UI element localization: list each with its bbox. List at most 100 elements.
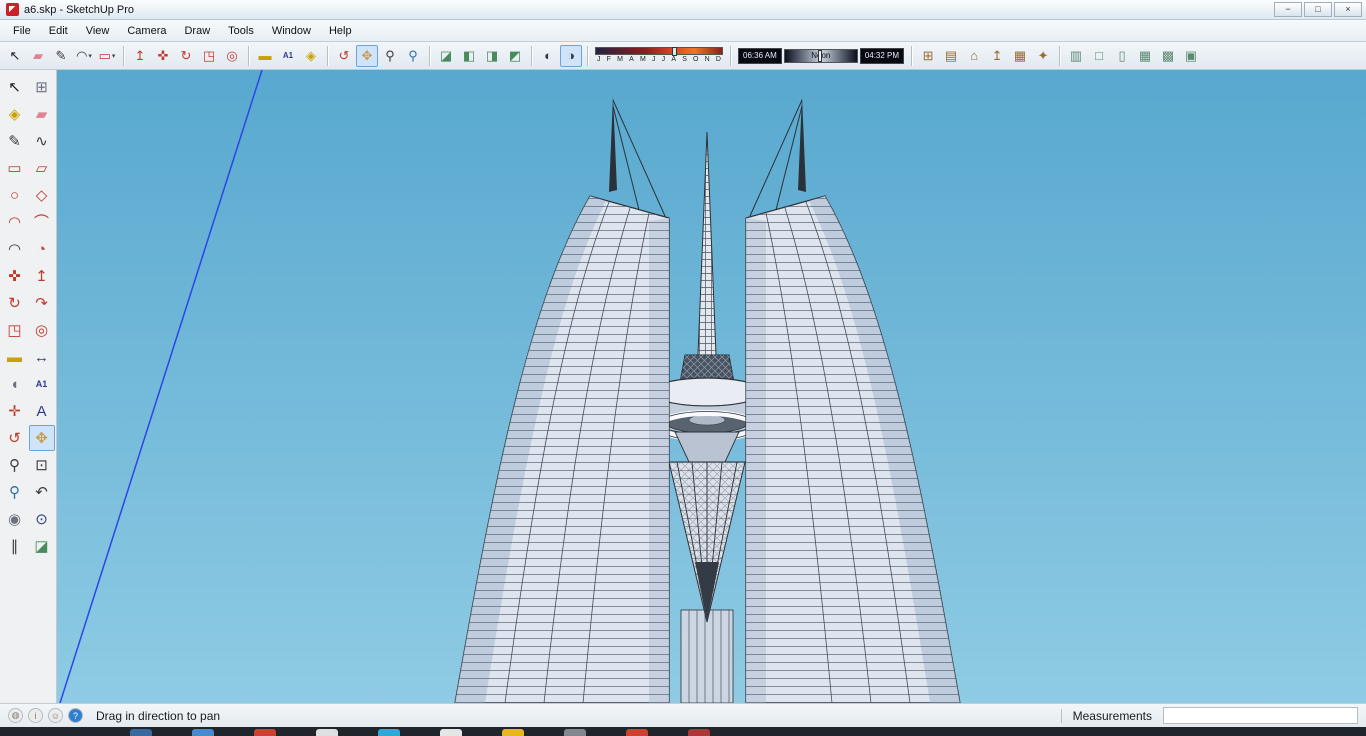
select-button[interactable]: ↖ bbox=[4, 45, 26, 67]
dimension-tool[interactable]: ↔ bbox=[29, 344, 55, 370]
arc-tool[interactable]: ◠ bbox=[2, 209, 28, 235]
hidden-line-button[interactable]: ▯ bbox=[1111, 45, 1133, 67]
paint-bucket-button[interactable]: ◈ bbox=[300, 45, 322, 67]
shaded-with-textures-button[interactable]: ▩ bbox=[1157, 45, 1179, 67]
three-point-arc-tool[interactable]: ◠ bbox=[2, 236, 28, 262]
select-tool[interactable]: ↖ bbox=[2, 74, 28, 100]
axes-tool[interactable]: ✛ bbox=[2, 398, 28, 424]
tape-measure-tool[interactable]: ▬ bbox=[2, 344, 28, 370]
measurements-input[interactable] bbox=[1163, 707, 1358, 724]
protractor-tool[interactable]: ◖ bbox=[2, 371, 28, 397]
pan-button[interactable]: ✥ bbox=[356, 44, 378, 67]
zoom-extents-button[interactable]: ⚲ bbox=[402, 45, 424, 67]
maximize-button[interactable]: □ bbox=[1304, 2, 1332, 17]
rotate-tool[interactable]: ↻ bbox=[2, 290, 28, 316]
viewport[interactable] bbox=[57, 70, 1366, 703]
position-camera-tool[interactable]: ◉ bbox=[2, 506, 28, 532]
offset-tool[interactable]: ◎ bbox=[29, 317, 55, 343]
previous-tool[interactable]: ↶ bbox=[29, 479, 55, 505]
taskbar-app-7[interactable] bbox=[502, 729, 524, 736]
rotated-rectangle-tool[interactable]: ▱ bbox=[29, 155, 55, 181]
menu-camera[interactable]: Camera bbox=[118, 21, 175, 41]
taskbar-app-3[interactable] bbox=[254, 729, 276, 736]
paint-bucket-tool[interactable]: ◈ bbox=[2, 101, 28, 127]
arcs-button[interactable]: ◠ ▾ bbox=[73, 45, 95, 67]
geolocation-icon[interactable]: ◍ bbox=[8, 708, 23, 723]
menu-help[interactable]: Help bbox=[320, 21, 361, 41]
eraser-button[interactable]: ▰ bbox=[27, 45, 49, 67]
shadow-time-track[interactable]: Noon bbox=[783, 48, 858, 63]
text-button[interactable]: A1 bbox=[277, 45, 299, 67]
rectangle-tool[interactable]: ▭ bbox=[2, 155, 28, 181]
minimize-button[interactable]: − bbox=[1274, 2, 1302, 17]
taskbar-app-5[interactable] bbox=[378, 729, 400, 736]
line-tool[interactable]: ✎ bbox=[2, 128, 28, 154]
offset-button[interactable]: ◎ bbox=[221, 45, 243, 67]
shadow-date-thumb[interactable] bbox=[671, 47, 677, 56]
push-pull-tool[interactable]: ↥ bbox=[29, 263, 55, 289]
look-around-tool[interactable]: ⊙ bbox=[29, 506, 55, 532]
section-plane-button[interactable]: ◪ bbox=[435, 45, 457, 67]
section-plane-tool[interactable]: ◪ bbox=[29, 533, 55, 559]
extension-warehouse-button[interactable]: ✦ bbox=[1032, 45, 1054, 67]
shadow-settings-button[interactable]: ◐ bbox=[537, 45, 559, 67]
taskbar-app-9[interactable] bbox=[626, 729, 648, 736]
zoom-tool[interactable]: ⚲ bbox=[2, 452, 28, 478]
orbit-button[interactable]: ↺ bbox=[333, 45, 355, 67]
pie-tool[interactable]: ◔ bbox=[29, 236, 55, 262]
toggle-shadows-button[interactable]: ◑ bbox=[560, 44, 582, 67]
menu-view[interactable]: View bbox=[77, 21, 119, 41]
move-button[interactable]: ✜ bbox=[152, 45, 174, 67]
taskbar-app-4[interactable] bbox=[316, 729, 338, 736]
taskbar-app-1[interactable] bbox=[130, 729, 152, 736]
share-model-button[interactable]: ↥ bbox=[986, 45, 1008, 67]
scale-tool[interactable]: ◳ bbox=[2, 317, 28, 343]
two-point-arc-tool[interactable]: ⌒ bbox=[29, 209, 55, 235]
help-icon[interactable]: ? bbox=[68, 708, 83, 723]
zoom-window-tool[interactable]: ⊡ bbox=[29, 452, 55, 478]
display-section-fill-button[interactable]: ◩ bbox=[504, 45, 526, 67]
pan-tool[interactable]: ✥ bbox=[28, 425, 55, 451]
windows-taskbar[interactable] bbox=[0, 727, 1366, 736]
sign-in-icon[interactable]: ☺ bbox=[48, 708, 63, 723]
menu-edit[interactable]: Edit bbox=[40, 21, 77, 41]
shadow-time-slider[interactable]: 06:36 AMNoon04:32 PM bbox=[738, 47, 905, 64]
circle-tool[interactable]: ○ bbox=[2, 182, 28, 208]
shapes-button[interactable]: ▭ ▾ bbox=[96, 45, 118, 67]
taskbar-app-8[interactable] bbox=[564, 729, 586, 736]
dropdown-caret-icon[interactable]: ▾ bbox=[112, 52, 116, 60]
get-models-button[interactable]: ⌂ bbox=[963, 45, 985, 67]
polygon-tool[interactable]: ◇ bbox=[29, 182, 55, 208]
dropdown-caret-icon[interactable]: ▾ bbox=[88, 52, 92, 60]
menu-tools[interactable]: Tools bbox=[219, 21, 263, 41]
walk-tool[interactable]: ∥ bbox=[2, 533, 28, 559]
text-tool[interactable]: A1 bbox=[29, 371, 55, 397]
taskbar-app-10[interactable] bbox=[688, 729, 710, 736]
shadow-date-slider[interactable]: JFMAMJJASOND bbox=[595, 47, 723, 64]
orbit-tool[interactable]: ↺ bbox=[2, 425, 28, 451]
zoom-button[interactable]: ⚲ bbox=[379, 45, 401, 67]
menu-draw[interactable]: Draw bbox=[175, 21, 219, 41]
in-model-components-button[interactable]: ⊞ bbox=[917, 45, 939, 67]
x-ray-button[interactable]: ▥ bbox=[1065, 45, 1087, 67]
rotate-button[interactable]: ↻ bbox=[175, 45, 197, 67]
credits-icon[interactable]: i bbox=[28, 708, 43, 723]
shadow-date-track[interactable] bbox=[595, 47, 723, 56]
menu-window[interactable]: Window bbox=[263, 21, 320, 41]
scale-button[interactable]: ◳ bbox=[198, 45, 220, 67]
eraser-tool[interactable]: ▰ bbox=[29, 101, 55, 127]
monochrome-button[interactable]: ▣ bbox=[1180, 45, 1202, 67]
send-to-layout-button[interactable]: ▦ bbox=[1009, 45, 1031, 67]
display-section-cuts-button[interactable]: ◨ bbox=[481, 45, 503, 67]
tape-measure-button[interactable]: ▬ bbox=[254, 45, 276, 67]
materials-button[interactable]: ▤ bbox=[940, 45, 962, 67]
shadow-time-thumb[interactable] bbox=[817, 49, 822, 62]
push-pull-button[interactable]: ↥ bbox=[129, 45, 151, 67]
follow-me-tool[interactable]: ↷ bbox=[29, 290, 55, 316]
freehand-tool[interactable]: ∿ bbox=[29, 128, 55, 154]
line-button[interactable]: ✎ bbox=[50, 45, 72, 67]
taskbar-app-2[interactable] bbox=[192, 729, 214, 736]
move-tool[interactable]: ✜ bbox=[2, 263, 28, 289]
taskbar-app-6[interactable] bbox=[440, 729, 462, 736]
zoom-extents-tool[interactable]: ⚲ bbox=[2, 479, 28, 505]
